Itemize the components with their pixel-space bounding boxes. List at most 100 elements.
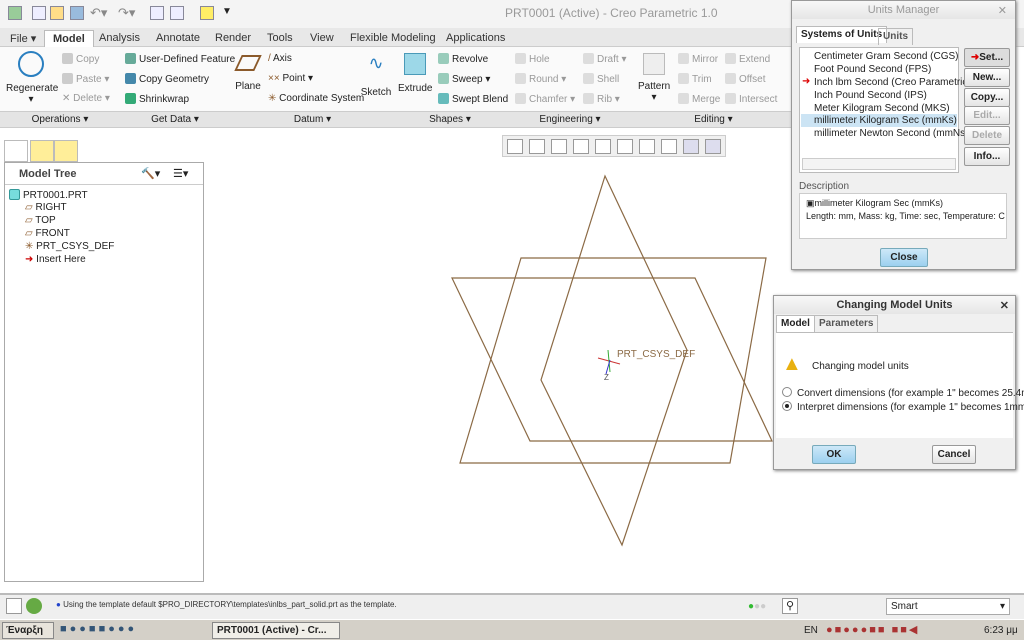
- regenerate-button[interactable]: Regenerate ▾: [6, 51, 58, 105]
- windows-icon[interactable]: [170, 6, 184, 20]
- tab-parameters[interactable]: Parameters: [814, 315, 879, 332]
- info-button[interactable]: Info...: [964, 147, 1010, 166]
- paste-button[interactable]: Paste ▾: [62, 73, 109, 85]
- pattern-button[interactable]: Pattern ▾: [638, 53, 670, 103]
- language-indicator[interactable]: EN: [804, 625, 818, 636]
- list-item[interactable]: Foot Pound Second (FPS): [814, 64, 931, 75]
- folder-browser-tab-icon[interactable]: [30, 140, 54, 162]
- quick-launch-icons[interactable]: ■●●■■●●●: [60, 623, 137, 635]
- edit-button[interactable]: Edit...: [964, 106, 1010, 125]
- list-item[interactable]: Inch lbm Second (Creo Parametric De: [814, 77, 983, 88]
- start-button[interactable]: Έναρξη: [2, 622, 54, 639]
- tray-icons[interactable]: ●■●●●■■ ■■◀: [826, 623, 919, 636]
- list-item[interactable]: Meter Kilogram Second (MKS): [814, 103, 950, 114]
- saved-views-icon[interactable]: [617, 139, 633, 154]
- axis-button[interactable]: / Axis: [268, 53, 292, 64]
- navigator-toggle-icon[interactable]: [6, 598, 22, 614]
- find-icon[interactable]: ⚲: [782, 598, 798, 614]
- tab-tools[interactable]: Tools: [259, 30, 301, 47]
- tab-annotate[interactable]: Annotate: [148, 30, 208, 47]
- group-editing[interactable]: Editing ▾: [635, 114, 792, 125]
- set-button[interactable]: ➜Set...: [964, 48, 1010, 67]
- list-item[interactable]: Centimeter Gram Second (CGS): [814, 51, 959, 62]
- ok-button[interactable]: OK: [812, 445, 856, 464]
- favorites-tab-icon[interactable]: [54, 140, 78, 162]
- close-icon[interactable]: ✕: [998, 4, 1007, 17]
- save-icon[interactable]: [70, 6, 84, 20]
- group-engineering[interactable]: Engineering ▾: [505, 114, 635, 125]
- sketch-button[interactable]: ∿ Sketch: [360, 53, 392, 98]
- extend-button[interactable]: Extend: [725, 53, 770, 65]
- coordinate-system-button[interactable]: ✳ Coordinate System: [268, 93, 364, 104]
- tree-columns-icon[interactable]: ☰▾: [173, 167, 188, 180]
- zoom-in-icon[interactable]: [529, 139, 545, 154]
- tree-item-top[interactable]: ▱ TOP: [25, 215, 56, 226]
- undo-icon[interactable]: ↶▾: [90, 5, 107, 21]
- customize-toolbar-icon[interactable]: ▼: [222, 6, 232, 17]
- group-datum[interactable]: Datum ▾: [230, 114, 395, 125]
- tab-model-units[interactable]: Model: [776, 315, 815, 332]
- group-get-data[interactable]: Get Data ▾: [120, 114, 230, 125]
- point-button[interactable]: ×× Point ▾: [268, 73, 313, 84]
- udf-button[interactable]: User-Defined Feature: [125, 53, 235, 65]
- rib-button[interactable]: Rib ▾: [583, 93, 620, 105]
- list-item[interactable]: Inch Pound Second (IPS): [814, 90, 927, 101]
- tree-item-csys[interactable]: ✳ PRT_CSYS_DEF: [25, 241, 114, 252]
- tab-model[interactable]: Model: [44, 30, 94, 47]
- group-shapes[interactable]: Shapes ▾: [395, 114, 505, 125]
- spin-center-icon[interactable]: [705, 139, 721, 154]
- swept-blend-button[interactable]: Swept Blend: [438, 93, 508, 105]
- list-item-selected[interactable]: millimeter Kilogram Sec (mmKs): [814, 115, 957, 126]
- browser-toggle-icon[interactable]: [26, 598, 42, 614]
- tab-systems-of-units[interactable]: Systems of Units: [796, 26, 888, 43]
- close-window-icon[interactable]: [200, 6, 214, 20]
- tab-applications[interactable]: Applications: [438, 30, 513, 47]
- hole-button[interactable]: Hole: [515, 53, 550, 65]
- selection-filter-dropdown[interactable]: Smart ▾: [886, 598, 1010, 615]
- tree-item-right[interactable]: ▱ RIGHT: [25, 202, 67, 213]
- tree-item-insert-here[interactable]: ➜ Insert Here: [25, 254, 86, 265]
- trim-button[interactable]: Trim: [678, 73, 712, 85]
- merge-button[interactable]: Merge: [678, 93, 720, 105]
- list-item[interactable]: millimeter Newton Second (mmNs): [814, 128, 968, 139]
- new-button[interactable]: New...: [964, 68, 1010, 87]
- group-operations[interactable]: Operations ▾: [0, 114, 120, 125]
- offset-button[interactable]: Offset: [725, 73, 766, 85]
- delete-button[interactable]: ✕ Delete ▾: [62, 93, 110, 104]
- display-style-icon[interactable]: [595, 139, 611, 154]
- refit-icon[interactable]: [507, 139, 523, 154]
- tree-item-front[interactable]: ▱ FRONT: [25, 228, 70, 239]
- tab-view[interactable]: View: [302, 30, 342, 47]
- open-folder-icon[interactable]: [50, 6, 64, 20]
- delete-units-button[interactable]: Delete: [964, 126, 1010, 145]
- horizontal-scrollbar[interactable]: [802, 158, 956, 170]
- shell-button[interactable]: Shell: [583, 73, 619, 85]
- zoom-out-icon[interactable]: [551, 139, 567, 154]
- tab-file[interactable]: File ▾: [2, 30, 44, 47]
- copy-units-button[interactable]: Copy...: [964, 88, 1010, 107]
- taskbar-task-creo[interactable]: PRT0001 (Active) - Cr...: [212, 622, 340, 639]
- tab-units[interactable]: Units: [878, 28, 913, 45]
- plane-button[interactable]: Plane: [234, 55, 262, 92]
- shrinkwrap-button[interactable]: Shrinkwrap: [125, 93, 189, 105]
- csys-display-icon[interactable]: [683, 139, 699, 154]
- intersect-button[interactable]: Intersect: [725, 93, 777, 105]
- tab-flexible-modeling[interactable]: Flexible Modeling: [342, 30, 444, 47]
- new-file-icon[interactable]: [32, 6, 46, 20]
- copy-button[interactable]: Copy: [62, 53, 99, 65]
- cancel-button[interactable]: Cancel: [932, 445, 976, 464]
- redo-icon[interactable]: ↷▾: [118, 5, 135, 21]
- convert-dimensions-radio[interactable]: Convert dimensions (for example 1" becom…: [782, 387, 1024, 399]
- interpret-dimensions-radio[interactable]: Interpret dimensions (for example 1" bec…: [782, 401, 1024, 413]
- tab-analysis[interactable]: Analysis: [91, 30, 148, 47]
- graphics-area[interactable]: PRT_CSYS_DEF Z: [210, 160, 790, 590]
- revolve-button[interactable]: Revolve: [438, 53, 488, 65]
- tab-render[interactable]: Render: [207, 30, 259, 47]
- close-button[interactable]: Close: [880, 248, 928, 267]
- copy-geometry-button[interactable]: Copy Geometry: [125, 73, 209, 85]
- round-button[interactable]: Round ▾: [515, 73, 566, 85]
- mirror-button[interactable]: Mirror: [678, 53, 718, 65]
- sweep-button[interactable]: Sweep ▾: [438, 73, 490, 85]
- repaint-icon[interactable]: [573, 139, 589, 154]
- tree-item-part[interactable]: PRT0001.PRT: [9, 189, 88, 201]
